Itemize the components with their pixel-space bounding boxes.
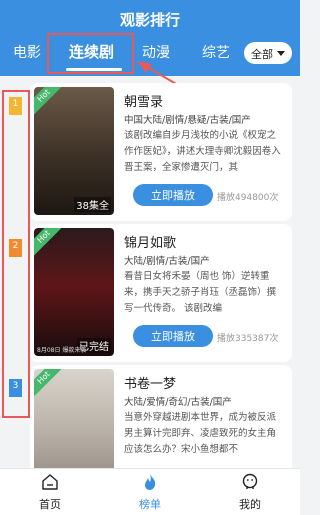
page-title: 观影排行 — [119, 11, 180, 29]
poster-caption: 8月08日 爆款来袭 — [37, 347, 87, 354]
show-title: 朝雪录 — [124, 95, 164, 110]
hot-badge: Hot — [34, 87, 63, 115]
show-description: 该剧改编自步月浅妆的小说《权宠之作作医妃》，讲述大理寺卿沈毅因卷入晋王案，全家惨… — [124, 130, 281, 173]
tab-variety[interactable]: 综艺 — [202, 42, 230, 62]
show-genre: 大陆/爱情/奇幻/古装/国产 — [124, 397, 232, 408]
poster-image: Hot 38集全 — [34, 87, 114, 215]
hot-badge: Hot — [34, 228, 63, 256]
episode-count: 38集全 — [74, 197, 111, 212]
rank-badge-3: 3 — [9, 379, 22, 397]
nav-home[interactable]: 首页 — [20, 469, 80, 515]
play-count: 播放494800次 — [217, 193, 279, 203]
annotation-box-tab — [47, 33, 134, 74]
home-icon — [42, 474, 58, 490]
poster-image: Hot 已完结 8月08日 爆款来袭 — [34, 228, 114, 356]
rank-badge-2: 2 — [9, 239, 22, 257]
user-icon — [242, 473, 258, 489]
filter-selected-value: 全部 — [251, 48, 273, 61]
hot-badge: Hot — [34, 369, 63, 397]
show-genre: 大陆/剧情/古装/国产 — [124, 256, 210, 267]
show-title: 锦月如歌 — [124, 236, 177, 251]
play-count: 播放335387次 — [217, 334, 279, 344]
show-genre: 中国大陆/剧情/悬疑/古装/国产 — [124, 115, 251, 126]
nav-label: 榜单 — [139, 498, 161, 511]
flame-icon — [145, 474, 156, 490]
category-filter-dropdown[interactable]: 全部 — [244, 42, 292, 64]
bottom-navigation: 首页 榜单 我的 — [0, 468, 300, 515]
nav-label: 首页 — [39, 498, 61, 511]
show-description: 当意外穿越进剧本世界，成为被反派男主算计完即弃、凌虐致死的女主角应该怎么办？宋小… — [124, 412, 277, 455]
list-item[interactable]: Hot 38集全 朝雪录 中国大陆/剧情/悬疑/古装/国产 该剧改编自步月浅妆的… — [30, 83, 292, 221]
nav-mine[interactable]: 我的 — [220, 469, 280, 515]
play-button[interactable]: 立即播放 — [133, 325, 213, 347]
rank-badge-1: 1 — [9, 97, 22, 115]
list-item[interactable]: Hot 已完结 8月08日 爆款来袭 锦月如歌 大陆/剧情/古装/国产 看昔日女… — [30, 224, 292, 362]
nav-label: 我的 — [239, 498, 261, 511]
chevron-down-icon — [277, 51, 285, 56]
play-button[interactable]: 立即播放 — [133, 184, 213, 206]
nav-ranking[interactable]: 榜单 — [120, 469, 180, 515]
tab-movie[interactable]: 电影 — [13, 42, 41, 62]
tab-anime[interactable]: 动漫 — [142, 42, 170, 62]
show-description: 看昔日女将禾晏（周也 饰）逆转重来，携手天之骄子肖珏（丞磊饰）撰写一代传奇。 该… — [124, 271, 277, 314]
header: 观影排行 电影 连续剧 动漫 综艺 全部 — [0, 0, 300, 76]
show-title: 书卷一梦 — [124, 377, 177, 392]
